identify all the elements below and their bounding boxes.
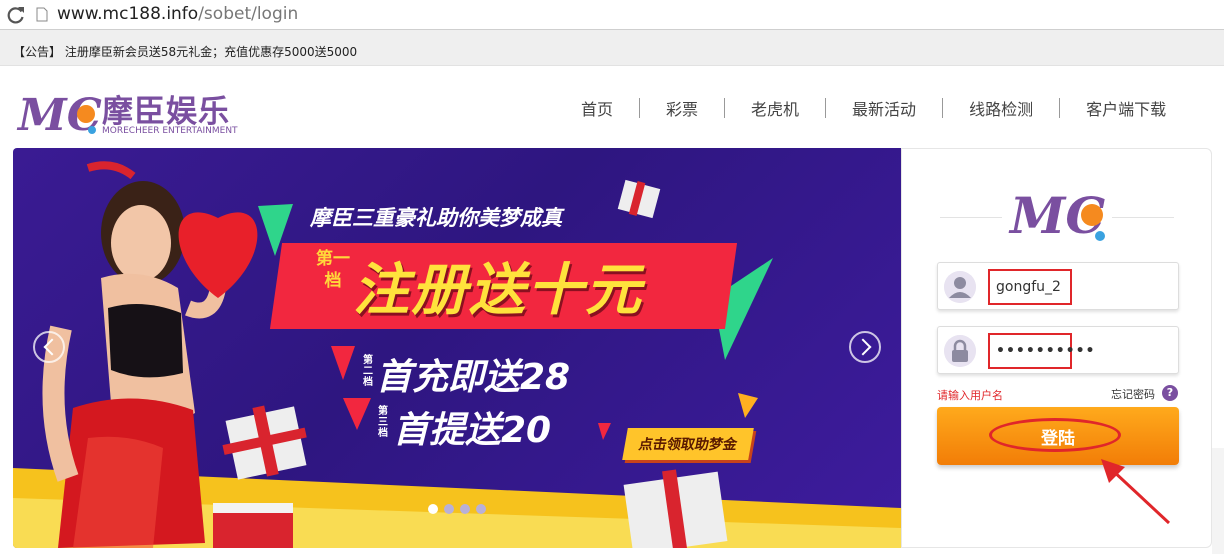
annotation-arrow-icon (1101, 459, 1171, 525)
user-icon (944, 271, 976, 303)
carousel-dot[interactable] (476, 504, 486, 514)
page-icon (36, 7, 48, 22)
nav-slots[interactable]: 老虎机 (725, 96, 825, 120)
banner-tier1-tag: 第一档 (316, 249, 350, 291)
carousel-dot[interactable] (428, 504, 438, 514)
banner-cta-button[interactable]: 点击领取助梦金 (622, 428, 754, 460)
carousel-next-button[interactable] (849, 331, 881, 363)
url-path: /sobet/login (198, 4, 299, 24)
gift-icon (623, 469, 728, 548)
announcement-text: 【公告】 注册摩臣新会员送58元礼金；充值优惠存5000送5000 (13, 45, 358, 59)
banner-tier3-tag: 第三档 (378, 406, 388, 439)
help-icon[interactable]: ? (1162, 385, 1178, 401)
banner-tier1-text: 注册送十元 (353, 258, 643, 323)
password-input[interactable]: •••••••••• (988, 333, 1094, 369)
carousel-dots (428, 504, 486, 514)
login-button-label: 登陆 (1041, 429, 1075, 449)
nav-client-download[interactable]: 客户端下载 (1060, 96, 1166, 120)
divider (1112, 217, 1174, 218)
main-nav: 首页 彩票 老虎机 最新活动 线路检测 客户端下载 (555, 96, 1166, 120)
nav-lottery[interactable]: 彩票 (640, 96, 724, 120)
nav-promotions[interactable]: 最新活动 (826, 96, 942, 120)
banner-tier2-text: 首充即送28 (376, 357, 571, 398)
login-logo-icon: MC (1008, 186, 1105, 245)
nav-route-check[interactable]: 线路检测 (943, 96, 1059, 120)
site-logo[interactable]: MC 摩臣娱乐 MORECHEER ENTERTAINMENT (16, 86, 246, 141)
banner-headline: 摩臣三重豪礼助你美梦成真 (310, 206, 562, 230)
carousel-dot[interactable] (444, 504, 454, 514)
logo-mark-icon: MC (16, 90, 102, 141)
lock-icon (944, 335, 976, 367)
reload-icon[interactable] (6, 5, 26, 25)
divider (940, 217, 1002, 218)
logo-title: 摩臣娱乐 (102, 94, 230, 130)
username-input[interactable] (988, 269, 1072, 305)
gift-icon (617, 179, 661, 219)
carousel-dot[interactable] (460, 504, 470, 514)
url-field[interactable]: www.mc188.info/sobet/login (57, 4, 298, 24)
forgot-password-link[interactable]: 忘记密码 (1111, 386, 1155, 402)
password-field: •••••••••• (937, 326, 1179, 374)
site-header: MC 摩臣娱乐 MORECHEER ENTERTAINMENT 首页 彩票 老虎… (0, 66, 1224, 146)
logo-subtitle: MORECHEER ENTERTAINMENT (102, 126, 238, 136)
url-host: www.mc188.info (57, 4, 199, 24)
carousel-prev-button[interactable] (33, 331, 65, 363)
chevron-right-icon (854, 338, 872, 356)
heart-icon (178, 212, 258, 298)
page-edge (1212, 448, 1224, 554)
chevron-left-icon (43, 338, 61, 356)
browser-address-bar: www.mc188.info/sobet/login (0, 0, 1224, 30)
nav-home[interactable]: 首页 (555, 96, 639, 120)
gift-icon (213, 503, 293, 548)
promo-carousel[interactable]: 摩臣三重豪礼助你美梦成真 第一档 注册送十元 第二档 首充即送28 第三档 首提… (13, 148, 901, 548)
username-field (937, 262, 1179, 310)
validation-hint: 请输入用户名 (937, 389, 1003, 402)
announcement-bar: 【公告】 注册摩臣新会员送58元礼金；充值优惠存5000送5000 (0, 30, 1224, 66)
gift-icon (222, 405, 307, 480)
banner-tier3-text: 首提送20 (393, 410, 552, 451)
